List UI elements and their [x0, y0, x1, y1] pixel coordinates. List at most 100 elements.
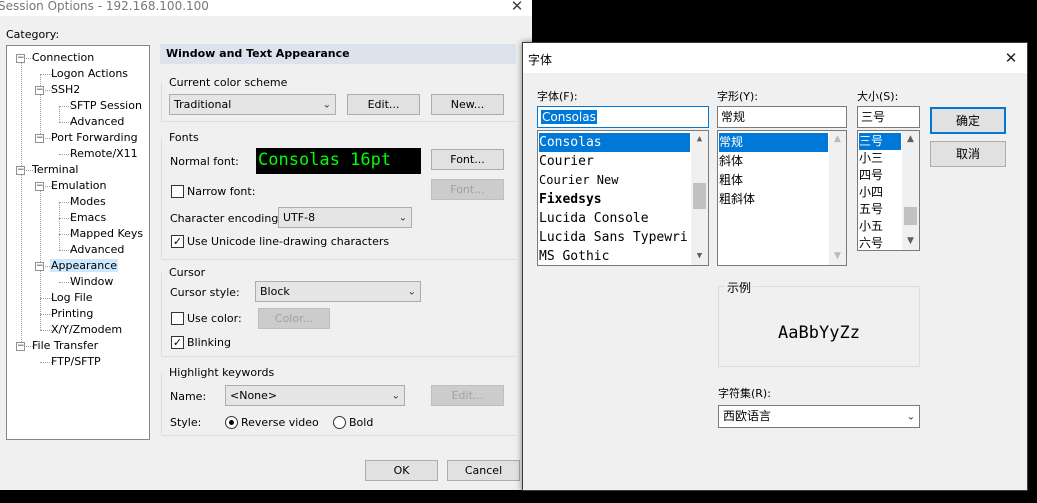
list-item[interactable]: 粗斜体 — [719, 190, 828, 209]
size-list-scrollbar[interactable]: ▲ ▼ — [902, 131, 919, 250]
list-item[interactable]: Courier — [539, 152, 690, 171]
font-cancel-button[interactable]: 取消 — [930, 141, 1006, 167]
font-name-input[interactable]: Consolas — [537, 106, 709, 128]
scroll-down-icon[interactable]: ▼ — [902, 233, 919, 250]
tree-expander-icon[interactable]: − — [16, 342, 25, 351]
unicode-checkbox[interactable]: ✓ — [171, 235, 184, 248]
highlight-group-label: Highlight keywords — [169, 366, 278, 379]
scroll-up-icon[interactable]: ▲ — [902, 131, 919, 148]
list-item[interactable]: MS Gothic — [539, 247, 690, 265]
tree-expander-icon[interactable]: − — [16, 166, 25, 175]
color-scheme-new-button[interactable]: New... — [431, 94, 504, 115]
use-color-checkbox[interactable] — [171, 312, 184, 325]
tree-item[interactable]: Emacs — [69, 211, 107, 224]
tree-item[interactable]: Port Forwarding — [50, 131, 139, 144]
normal-font-preview-text: Consolas 16pt — [258, 150, 392, 170]
list-item[interactable]: 小五 — [859, 218, 901, 235]
scroll-thumb[interactable] — [693, 183, 706, 209]
list-item[interactable]: Courier New — [539, 171, 690, 190]
font-dialog: 字体 ✕ 字体(F): Consolas MS Gothic Lucida San… — [522, 42, 1028, 491]
font-size-list[interactable]: 六号 小五 五号 小四 四号 小三 三号 ▲ ▼ — [857, 130, 920, 251]
session-window-title: Session Options - 192.168.100.100 — [0, 0, 209, 13]
tree-connector — [21, 58, 22, 346]
font-style-input[interactable]: 常规 — [717, 106, 847, 128]
list-item[interactable]: 斜体 — [719, 152, 828, 171]
bold-label: Bold — [349, 416, 374, 429]
list-item[interactable]: Fixedsys — [539, 190, 690, 209]
list-item[interactable]: 小四 — [859, 184, 901, 201]
color-scheme-edit-button[interactable]: Edit... — [347, 94, 420, 115]
normal-font-button[interactable]: Font... — [431, 149, 504, 170]
font-list[interactable]: MS Gothic Lucida Sans Typewri Lucida Conso… — [537, 130, 709, 266]
bold-radio[interactable] — [333, 416, 346, 429]
list-item[interactable]: 常规 — [719, 133, 828, 152]
cursor-style-select[interactable]: Block ⌄ — [255, 281, 421, 302]
narrow-font-button[interactable]: Font... — [431, 179, 504, 200]
list-item[interactable]: 六号 — [859, 235, 901, 250]
tree-item[interactable]: File Transfer — [31, 339, 99, 352]
highlight-style-label: Style: — [170, 416, 202, 429]
narrow-font-label: Narrow font: — [187, 185, 256, 198]
cancel-button[interactable]: Cancel — [447, 460, 520, 481]
tree-item[interactable]: FTP/SFTP — [50, 355, 102, 368]
panel-title: Window and Text Appearance — [166, 47, 350, 60]
scroll-down-icon[interactable]: ▼ — [829, 248, 846, 265]
font-name-value: Consolas — [541, 110, 597, 124]
scroll-up-icon[interactable]: ▲ — [829, 131, 846, 148]
charset-select[interactable]: 西欧语言 ⌄ — [718, 405, 920, 428]
reverse-video-radio[interactable] — [225, 416, 238, 429]
encoding-select[interactable]: UTF-8 ⌄ — [278, 207, 412, 228]
style-list-scrollbar[interactable]: ▲ ▼ — [829, 131, 846, 265]
list-item[interactable]: 三号 — [859, 133, 901, 150]
tree-expander-icon[interactable]: − — [16, 54, 25, 63]
close-icon[interactable]: ✕ — [509, 0, 525, 15]
tree-item[interactable]: Advanced — [69, 115, 125, 128]
tree-expander-icon[interactable]: − — [35, 262, 44, 271]
tree-expander-icon[interactable]: − — [35, 134, 44, 143]
tree-item[interactable]: Modes — [69, 195, 107, 208]
narrow-font-checkbox[interactable] — [171, 185, 184, 198]
tree-item[interactable]: Emulation — [50, 179, 108, 192]
font-size-input[interactable]: 三号 — [857, 106, 920, 128]
list-item[interactable]: 四号 — [859, 167, 901, 184]
list-item[interactable]: Consolas — [539, 133, 690, 152]
tree-item[interactable]: Log File — [50, 291, 94, 304]
scroll-down-icon[interactable]: ▼ — [691, 248, 708, 265]
font-style-value: 常规 — [721, 110, 746, 124]
scroll-up-icon[interactable]: ▲ — [691, 131, 708, 148]
highlight-name-select[interactable]: <None> ⌄ — [225, 385, 405, 406]
color-scheme-label: Current color scheme — [169, 76, 291, 89]
cursor-style-label: Cursor style: — [170, 286, 240, 299]
list-item[interactable]: Lucida Sans Typewri — [539, 228, 690, 247]
color-scheme-select[interactable]: Traditional ⌄ — [169, 94, 336, 115]
tree-item[interactable]: Connection — [31, 51, 95, 64]
tree-item[interactable]: Remote/X11 — [69, 147, 139, 160]
tree-item[interactable]: X/Y/Zmodem — [50, 323, 123, 336]
tree-item[interactable]: Logon Actions — [50, 67, 129, 80]
tree-expander-icon[interactable]: − — [35, 86, 44, 95]
list-item[interactable]: Lucida Console — [539, 209, 690, 228]
tree-item[interactable]: Advanced — [69, 243, 125, 256]
list-item[interactable]: 五号 — [859, 201, 901, 218]
ok-button[interactable]: OK — [365, 460, 438, 481]
scroll-thumb[interactable] — [904, 207, 917, 225]
highlight-edit-button[interactable]: Edit... — [431, 385, 504, 406]
tree-item[interactable]: Mapped Keys — [69, 227, 144, 240]
cursor-color-button[interactable]: Color... — [258, 308, 330, 329]
tree-item[interactable]: Terminal — [31, 163, 80, 176]
font-style-list[interactable]: 粗斜体 粗体 斜体 常规 ▲ ▼ — [717, 130, 847, 266]
blinking-checkbox[interactable]: ✓ — [171, 336, 184, 349]
close-icon[interactable]: ✕ — [1003, 49, 1019, 67]
tree-item[interactable]: Window — [69, 275, 114, 288]
tree-item[interactable]: Appearance — [50, 259, 119, 272]
reverse-video-label: Reverse video — [241, 416, 319, 429]
tree-item[interactable]: SSH2 — [50, 83, 81, 96]
font-list-scrollbar[interactable]: ▲ ▼ — [691, 131, 708, 265]
fonts-group-label: Fonts — [169, 131, 202, 144]
list-item[interactable]: 小三 — [859, 150, 901, 167]
tree-expander-icon[interactable]: − — [35, 182, 44, 191]
tree-item[interactable]: Printing — [50, 307, 94, 320]
tree-item[interactable]: SFTP Session — [69, 99, 143, 112]
font-ok-button[interactable]: 确定 — [930, 107, 1006, 134]
list-item[interactable]: 粗体 — [719, 171, 828, 190]
